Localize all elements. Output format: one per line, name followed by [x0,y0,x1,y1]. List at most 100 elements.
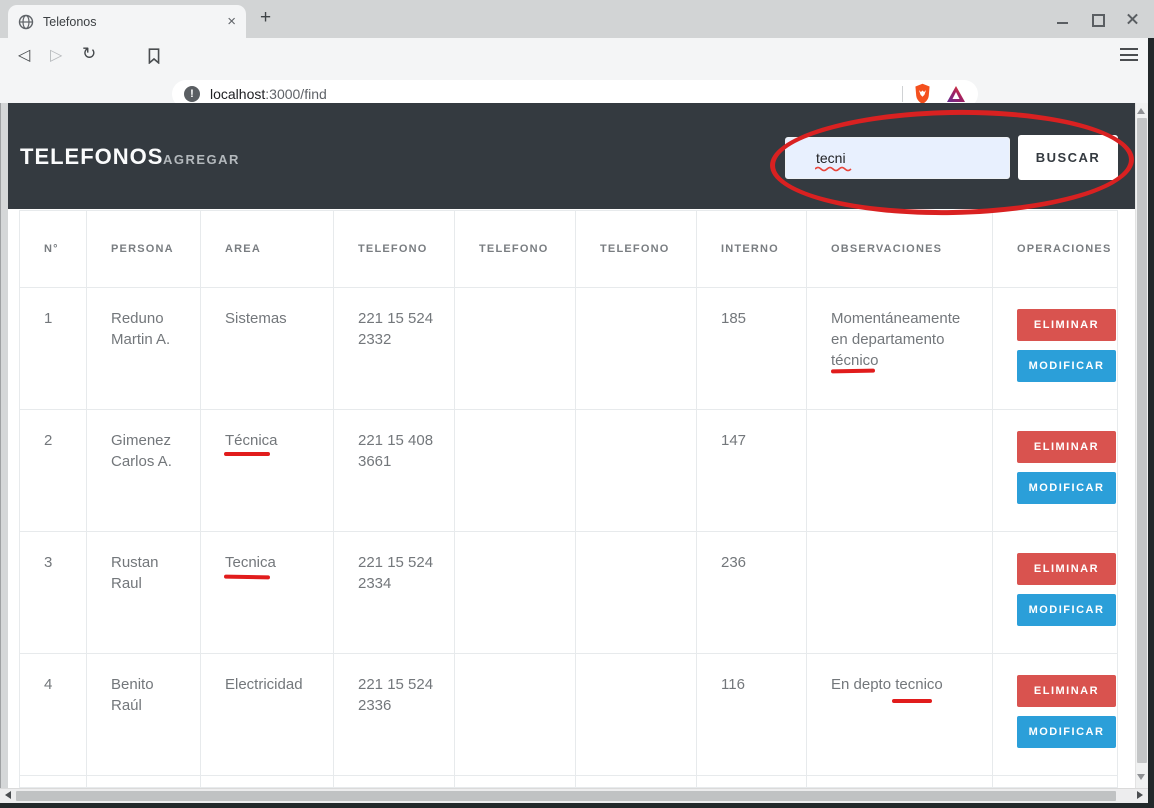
cell-telefono2 [455,410,576,532]
menu-icon[interactable] [1120,48,1138,61]
col-header-telefono1: TELEFONO [334,211,455,288]
cell-persona: Reduno Martin A. [87,288,201,410]
cell-telefono3 [576,654,697,776]
url-host: localhost [210,86,265,102]
vertical-scrollbar-thumb[interactable] [1137,118,1147,763]
col-header-observaciones: OBSERVACIONES [807,211,993,288]
nav-link-agregar[interactable]: AGREGAR [163,152,240,167]
back-icon[interactable]: ◁ [18,45,30,65]
eliminar-button[interactable]: ELIMINAR [1017,553,1116,585]
cell-observaciones [807,532,993,654]
table-row: 4 Benito Raúl Electricidad 221 15 524 23… [20,654,1118,776]
table-header-row: N° PERSONA AREA TELEFONO TELEFONO TELEFO… [20,211,1118,288]
new-tab-button[interactable]: + [260,8,271,27]
bookmark-icon[interactable] [147,48,161,64]
cell-persona: Benito Raúl [87,654,201,776]
col-header-persona: PERSONA [87,211,201,288]
cell-area: Técnica [201,410,334,532]
modificar-button[interactable]: MODIFICAR [1017,350,1116,382]
modificar-button[interactable]: MODIFICAR [1017,716,1116,748]
table-row: 3 Rustan Raul Tecnica 221 15 524 2334 23… [20,532,1118,654]
brave-shield-icon[interactable] [913,83,932,105]
page-viewport: TELEFONOS AGREGAR BUSCAR N° PERSONA AREA… [8,103,1135,788]
cell-telefono1: 221 15 408 3661 [334,410,455,532]
cell-operaciones: ELIMINAR MODIFICAR [993,654,1118,776]
cell-telefono1: 221 15 524 2332 [334,288,455,410]
area-text: Técnica [225,432,278,449]
cell-interno: 185 [697,288,807,410]
scroll-up-icon[interactable] [1137,108,1145,114]
cell-n: 3 [20,532,87,654]
table-row-partial [20,776,1118,788]
cell-n: 4 [20,654,87,776]
site-info-icon[interactable]: ! [184,86,200,102]
red-underline-annotation [224,575,270,580]
tab-title: Telefonos [43,15,227,29]
tab-close-icon[interactable]: × [227,14,236,29]
cell-observaciones: En depto tecnico [807,654,993,776]
window-close-icon[interactable] [1125,12,1140,27]
window-left-edge [0,103,8,788]
cell-telefono3 [576,532,697,654]
cell-telefono1: 221 15 524 2336 [334,654,455,776]
eliminar-button[interactable]: ELIMINAR [1017,431,1116,463]
bat-rewards-icon[interactable] [946,85,966,103]
cell-telefono2 [455,532,576,654]
col-header-operaciones: OPERACIONES [993,211,1118,288]
cell-persona: Rustan Raul [87,532,201,654]
red-underline-annotation [224,452,270,456]
cell-area: Tecnica [201,532,334,654]
cell-telefono3 [576,410,697,532]
eliminar-button[interactable]: ELIMINAR [1017,309,1116,341]
browser-tab[interactable]: Telefonos × [8,5,246,38]
modificar-button[interactable]: MODIFICAR [1017,594,1116,626]
table-row: 2 Gimenez Carlos A. Técnica 221 15 408 3… [20,410,1118,532]
phones-table: N° PERSONA AREA TELEFONO TELEFONO TELEFO… [19,210,1118,788]
col-header-n: N° [20,211,87,288]
browser-toolbar: ◁ ▷ ↻ ! localhost :3000/find [0,38,1154,74]
scroll-right-icon[interactable] [1137,791,1143,799]
red-underline-annotation [892,699,932,703]
scroll-left-icon[interactable] [5,791,11,799]
cell-telefono1: 221 15 524 2334 [334,532,455,654]
modificar-button[interactable]: MODIFICAR [1017,472,1116,504]
obs-text: En depto tecnico [831,676,943,693]
cell-area: Electricidad [201,654,334,776]
window-minimize-icon[interactable] [1055,12,1070,27]
globe-icon [18,14,34,30]
horizontal-scrollbar-thumb[interactable] [16,791,1116,801]
col-header-telefono2: TELEFONO [455,211,576,288]
cell-interno: 116 [697,654,807,776]
cell-observaciones: Momentáneamente en departamento técnico [807,288,993,410]
cell-n: 1 [20,288,87,410]
url-path: :3000/find [265,86,327,102]
cell-operaciones: ELIMINAR MODIFICAR [993,288,1118,410]
cell-telefono2 [455,654,576,776]
cell-interno: 147 [697,410,807,532]
window-controls [1055,0,1140,38]
spellcheck-squiggle [815,166,852,172]
app-brand[interactable]: TELEFONOS [20,144,163,170]
cell-interno: 236 [697,532,807,654]
divider [902,86,903,102]
phones-table-wrap: N° PERSONA AREA TELEFONO TELEFONO TELEFO… [19,210,1117,788]
window-maximize-icon[interactable] [1090,12,1105,27]
red-underline-annotation [831,369,875,374]
cell-n: 2 [20,410,87,532]
app-navbar: TELEFONOS AGREGAR BUSCAR [8,103,1135,209]
col-header-telefono3: TELEFONO [576,211,697,288]
browser-titlebar: Telefonos × + [0,0,1154,38]
window-bottom-edge [0,803,1154,808]
cell-area: Sistemas [201,288,334,410]
buscar-button[interactable]: BUSCAR [1018,135,1118,180]
reload-icon[interactable]: ↻ [82,44,96,64]
eliminar-button[interactable]: ELIMINAR [1017,675,1116,707]
scroll-down-icon[interactable] [1137,774,1145,780]
area-text: Tecnica [225,554,276,571]
cell-telefono3 [576,288,697,410]
forward-icon[interactable]: ▷ [50,45,62,65]
cell-operaciones: ELIMINAR MODIFICAR [993,410,1118,532]
col-header-interno: INTERNO [697,211,807,288]
search-input[interactable] [785,137,1010,179]
col-header-area: AREA [201,211,334,288]
